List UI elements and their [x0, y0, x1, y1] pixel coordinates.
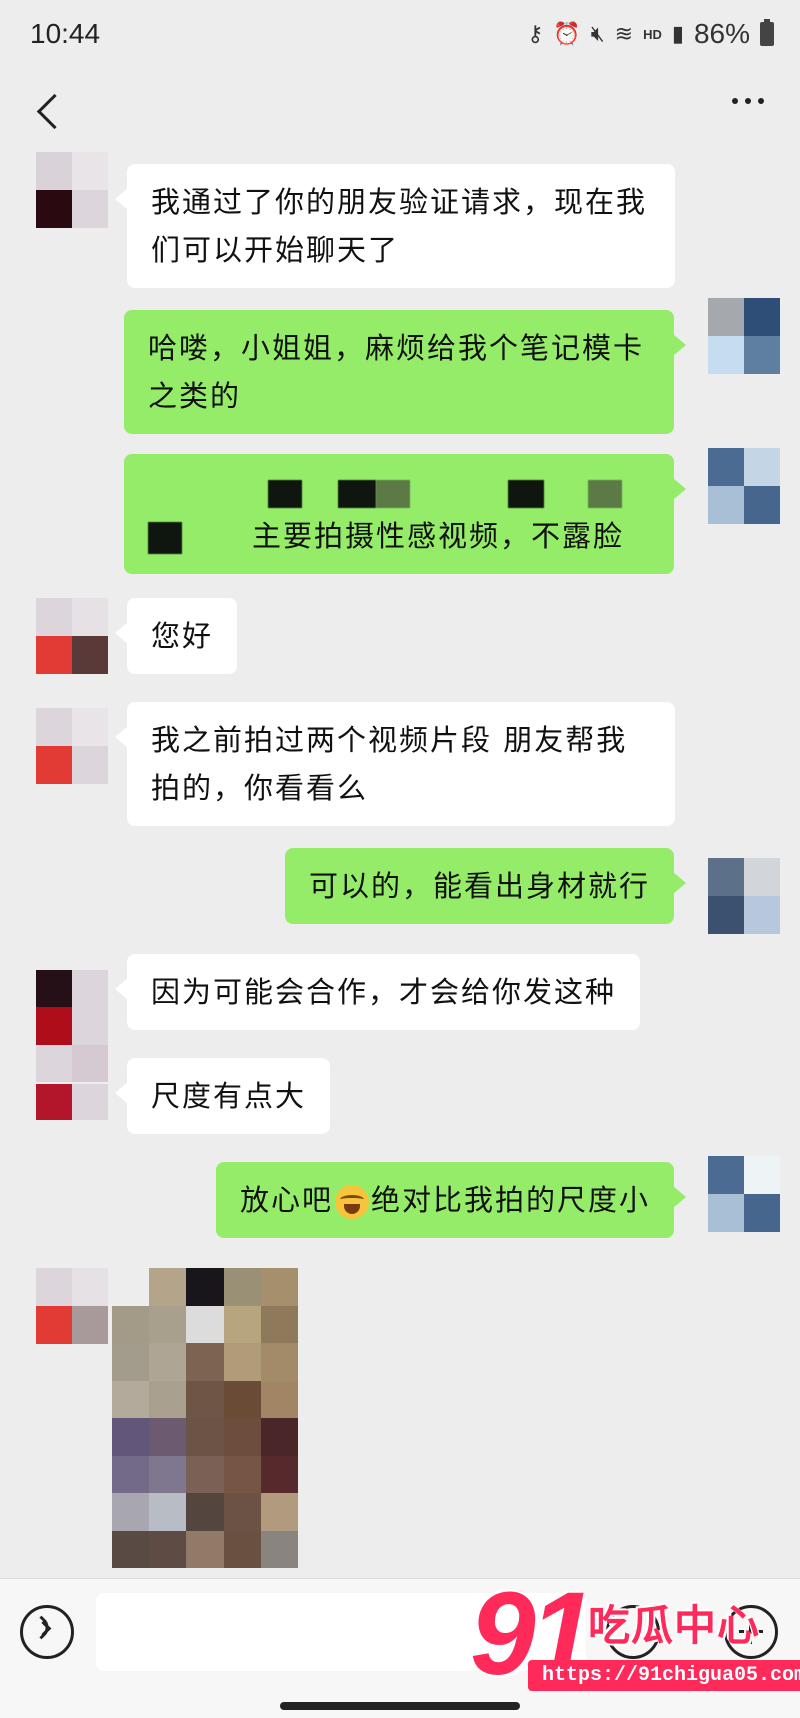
message-text: 放心吧: [239, 1183, 333, 1217]
voice-icon[interactable]: [20, 1605, 74, 1659]
laughing-crying-emoji-icon: [334, 1185, 369, 1219]
message-bubble[interactable]: 哈喽，小姐姐，麻烦给我个笔记模卡之类的: [124, 310, 686, 434]
message-bubble[interactable]: 我通过了你的朋友验证请求，现在我们可以开始聊天了: [115, 164, 675, 288]
status-bar: 10:44 ⚷ ⏰ 🔇︎ ≋ HD ▮ 86%: [0, 0, 800, 74]
signal-icon: ▮: [671, 21, 684, 46]
my-avatar[interactable]: [708, 858, 780, 934]
more-dots-icon[interactable]: [732, 98, 764, 104]
chat-header: [0, 74, 800, 152]
message-bubble[interactable]: 主要拍摄性感视频，不露脸: [124, 454, 686, 574]
message-bubble[interactable]: 尺度有点大: [114, 1058, 331, 1134]
message-bubble[interactable]: 可以的，能看出身材就行: [284, 848, 687, 924]
status-time: 10:44: [30, 18, 101, 49]
watermark-text: 吃瓜中心: [588, 1601, 761, 1650]
home-indicator[interactable]: [280, 1702, 520, 1710]
contact-avatar[interactable]: [36, 598, 108, 674]
my-avatar[interactable]: [708, 1156, 780, 1232]
key-icon: ⚷: [527, 21, 544, 46]
contact-avatar[interactable]: [36, 970, 108, 1082]
battery-icon: [760, 19, 774, 46]
message-text: 绝对比我拍的尺度小: [370, 1183, 650, 1217]
redacted-line: [148, 464, 650, 512]
status-icons: ⚷ ⏰ 🔇︎ ≋ HD ▮ 86%: [527, 18, 774, 50]
my-avatar[interactable]: [708, 448, 780, 524]
contact-avatar[interactable]: [36, 152, 108, 228]
message-bubble[interactable]: 我之前拍过两个视频片段 朋友帮我拍的，你看看么: [115, 702, 675, 826]
alarm-icon: ⏰: [553, 21, 581, 46]
contact-avatar[interactable]: [36, 1084, 108, 1120]
network-badge: HD: [643, 26, 662, 42]
message-bubble[interactable]: 您好: [114, 598, 238, 674]
message-text: 主要拍摄性感视频，不露脸: [252, 519, 625, 553]
mute-icon: 🔇︎: [590, 21, 605, 46]
redacted-block: [148, 522, 182, 554]
message-bubble[interactable]: 因为可能会合作，才会给你发这种: [114, 954, 641, 1030]
image-message[interactable]: [112, 1268, 298, 1568]
watermark-logo: 91 吃瓜中心 https://91chigua05.com: [470, 1568, 800, 1712]
chevron-left-icon[interactable]: [30, 86, 70, 136]
wifi-icon: ≋: [614, 21, 634, 46]
contact-avatar[interactable]: [36, 1268, 108, 1344]
watermark-url: https://91chigua05.com: [528, 1660, 800, 1691]
contact-avatar[interactable]: [36, 708, 108, 784]
battery-percent: 86%: [693, 18, 750, 49]
message-bubble[interactable]: 放心吧 绝对比我拍的尺度小: [215, 1162, 687, 1238]
my-avatar[interactable]: [708, 298, 780, 374]
